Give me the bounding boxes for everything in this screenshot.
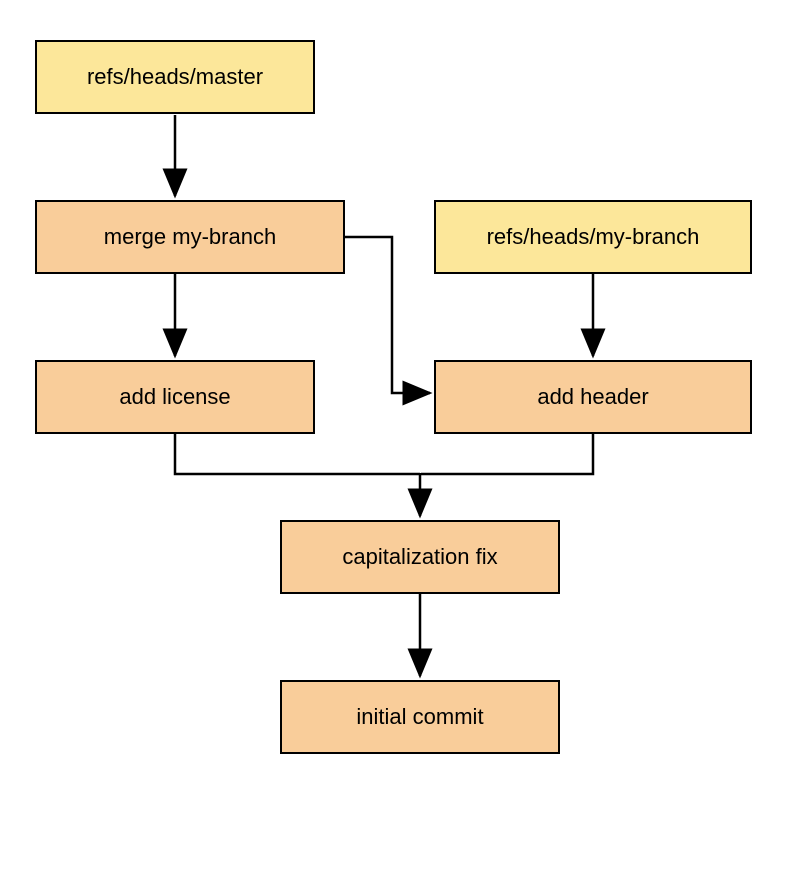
commit-merge-label: merge my-branch <box>104 224 276 250</box>
commit-initial-label: initial commit <box>356 704 483 730</box>
commit-merge-node: merge my-branch <box>35 200 345 274</box>
commit-cap-fix-node: capitalization fix <box>280 520 560 594</box>
commit-add-license-label: add license <box>119 384 230 410</box>
ref-my-branch-node: refs/heads/my-branch <box>434 200 752 274</box>
ref-master-node: refs/heads/master <box>35 40 315 114</box>
commit-add-header-node: add header <box>434 360 752 434</box>
commit-add-header-label: add header <box>537 384 648 410</box>
commit-cap-fix-label: capitalization fix <box>342 544 497 570</box>
ref-master-label: refs/heads/master <box>87 64 263 90</box>
commit-add-license-node: add license <box>35 360 315 434</box>
ref-my-branch-label: refs/heads/my-branch <box>487 224 700 250</box>
commit-initial-node: initial commit <box>280 680 560 754</box>
